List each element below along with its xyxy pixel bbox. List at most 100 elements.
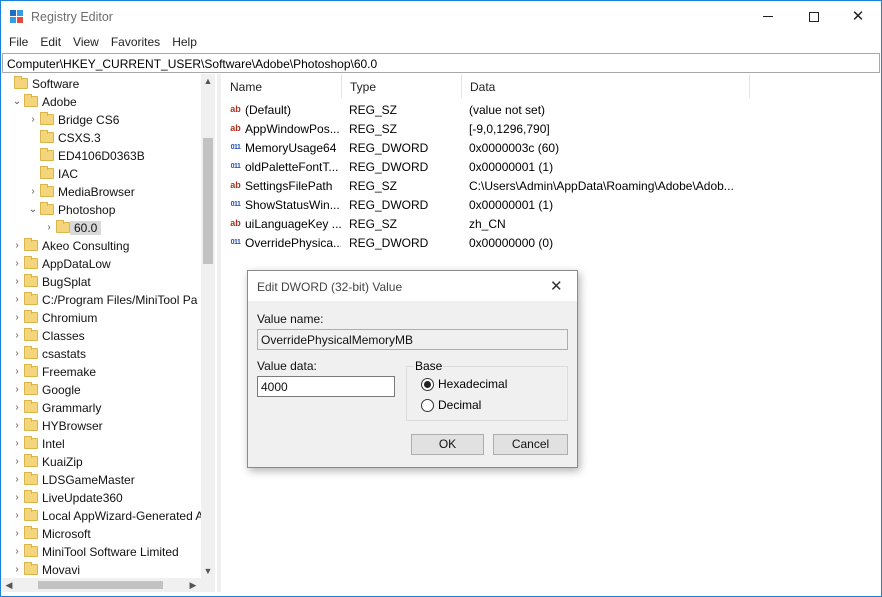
dialog-close-icon[interactable]: ✕ [550, 277, 563, 295]
cancel-button[interactable]: Cancel [493, 434, 568, 455]
tree-vertical-scrollbar[interactable]: ▲ ▼ [201, 74, 215, 578]
chevron-right-icon[interactable]: › [12, 527, 22, 541]
chevron-right-icon[interactable]: › [12, 563, 22, 577]
tree-item[interactable]: › MiniTool Software Limited [2, 543, 202, 561]
chevron-right-icon[interactable]: › [12, 419, 22, 433]
tree-item[interactable]: › MediaBrowser [2, 183, 202, 201]
chevron-right-icon[interactable]: › [28, 185, 38, 199]
address-bar[interactable]: Computer\HKEY_CURRENT_USER\Software\Adob… [2, 53, 880, 73]
close-button[interactable]: ✕ [835, 1, 881, 32]
chevron-down-icon[interactable]: ⌄ [12, 95, 22, 109]
tree-item[interactable]: › Classes [2, 327, 202, 345]
column-header-data[interactable]: Data [462, 74, 750, 98]
value-name-field[interactable]: OverridePhysicalMemoryMB [257, 329, 568, 350]
tree-item[interactable]: › Chromium [2, 309, 202, 327]
column-header-type[interactable]: Type [342, 74, 462, 98]
tree-item[interactable]: › csastats [2, 345, 202, 363]
value-type: REG_SZ [349, 217, 398, 231]
value-row[interactable]: 011 ShowStatusWin... REG_DWORD 0x00000001 (… [222, 195, 762, 214]
tree-item[interactable]: › LiveUpdate360 [2, 489, 202, 507]
menu-file[interactable]: File [1, 32, 34, 53]
value-row[interactable]: 011 MemoryUsage64 REG_DWORD 0x0000003c (60) [222, 138, 762, 157]
scroll-left-icon[interactable]: ◀ [2, 578, 16, 592]
tree-horizontal-scrollbar[interactable]: ◀ ▶ [2, 578, 215, 592]
column-header-name[interactable]: Name [222, 74, 342, 98]
chevron-right-icon[interactable]: › [12, 473, 22, 487]
tree-item[interactable]: ⌄ Adobe [2, 93, 202, 111]
tree-item[interactable]: › BugSplat [2, 273, 202, 291]
tree-item[interactable]: CSXS.3 [2, 129, 202, 147]
tree-item[interactable]: IAC [2, 165, 202, 183]
scroll-down-icon[interactable]: ▼ [201, 564, 215, 578]
tree-item[interactable]: ⌄ Photoshop [2, 201, 202, 219]
menu-edit[interactable]: Edit [34, 32, 67, 53]
value-row[interactable]: 011 oldPaletteFontT... REG_DWORD 0x00000001… [222, 157, 762, 176]
chevron-right-icon[interactable]: › [12, 401, 22, 415]
chevron-right-icon[interactable]: › [12, 275, 22, 289]
value-row[interactable]: ab AppWindowPos... REG_SZ [-9,0,1296,790] [222, 119, 762, 138]
tree-item[interactable]: › C:/Program Files/MiniTool Pa [2, 291, 202, 309]
folder-icon [24, 562, 38, 575]
folder-icon [24, 274, 38, 287]
tree-item[interactable]: ED4106D0363B [2, 147, 202, 165]
chevron-right-icon[interactable]: › [12, 509, 22, 523]
tree-item[interactable]: › KuaiZip [2, 453, 202, 471]
value-row[interactable]: 011 OverridePhysica... REG_DWORD 0x00000000… [222, 233, 762, 252]
title-bar[interactable]: Registry Editor ✕ [1, 1, 881, 32]
chevron-right-icon[interactable]: › [12, 257, 22, 271]
scroll-up-icon[interactable]: ▲ [201, 74, 215, 88]
menu-favorites[interactable]: Favorites [105, 32, 166, 53]
tree-item[interactable]: › Bridge CS6 [2, 111, 202, 129]
scroll-thumb-horizontal[interactable] [38, 581, 163, 589]
tree-item[interactable]: › Movavi [2, 561, 202, 579]
folder-icon [24, 256, 38, 269]
chevron-right-icon[interactable]: › [12, 455, 22, 469]
tree-item-label: KuaiZip [42, 455, 83, 469]
chevron-right-icon[interactable]: › [44, 221, 54, 235]
menu-view[interactable]: View [67, 32, 105, 53]
scroll-right-icon[interactable]: ▶ [186, 578, 200, 592]
tree-item-label: LDSGameMaster [42, 473, 135, 487]
pane-splitter[interactable] [217, 74, 221, 592]
maximize-button[interactable] [791, 1, 837, 32]
chevron-right-icon[interactable]: › [12, 311, 22, 325]
chevron-right-icon[interactable]: › [12, 347, 22, 361]
tree-item[interactable]: › Intel [2, 435, 202, 453]
value-row[interactable]: ab uiLanguageKey ... REG_SZ zh_CN [222, 214, 762, 233]
tree-item[interactable]: › HYBrowser [2, 417, 202, 435]
minimize-button[interactable] [745, 1, 791, 32]
tree-item[interactable]: › Microsoft [2, 525, 202, 543]
dialog-title-bar[interactable]: Edit DWORD (32-bit) Value ✕ [248, 271, 577, 301]
radio-unselected-icon[interactable] [421, 399, 434, 412]
value-data-field[interactable]: 4000 [257, 376, 395, 397]
chevron-right-icon[interactable]: › [12, 545, 22, 559]
menu-help[interactable]: Help [166, 32, 203, 53]
chevron-right-icon[interactable]: › [12, 365, 22, 379]
tree-item[interactable]: Software [2, 75, 202, 93]
tree-item[interactable]: › Google [2, 381, 202, 399]
chevron-right-icon[interactable]: › [12, 239, 22, 253]
chevron-right-icon[interactable]: › [12, 329, 22, 343]
value-row[interactable]: ab SettingsFilePath REG_SZ C:\Users\Admin\A… [222, 176, 762, 195]
ok-button[interactable]: OK [411, 434, 484, 455]
tree-item[interactable]: › Grammarly [2, 399, 202, 417]
tree-item[interactable]: › 60.0 [2, 219, 202, 237]
tree-item[interactable]: › LDSGameMaster [2, 471, 202, 489]
chevron-down-icon[interactable]: ⌄ [28, 203, 38, 217]
chevron-right-icon[interactable]: › [12, 293, 22, 307]
tree-item[interactable]: › AppDataLow [2, 255, 202, 273]
radio-selected-icon[interactable] [421, 378, 434, 391]
registry-tree[interactable]: Software ⌄ Adobe › Bridge CS6 CSXS.3 ED4106D03… [2, 74, 215, 579]
window-title: Registry Editor [31, 10, 113, 24]
tree-item[interactable]: › Local AppWizard-Generated A [2, 507, 203, 525]
decimal-label: Decimal [438, 398, 482, 412]
chevron-right-icon[interactable]: › [12, 437, 22, 451]
chevron-right-icon[interactable]: › [12, 383, 22, 397]
tree-item[interactable]: › Akeo Consulting [2, 237, 202, 255]
chevron-right-icon[interactable]: › [12, 491, 22, 505]
value-row[interactable]: ab (Default) REG_SZ (value not set) [222, 100, 762, 119]
tree-item[interactable]: › Freemake [2, 363, 202, 381]
value-data-label: Value data: [257, 359, 317, 373]
chevron-right-icon[interactable]: › [28, 113, 38, 127]
scroll-thumb[interactable] [203, 138, 213, 264]
